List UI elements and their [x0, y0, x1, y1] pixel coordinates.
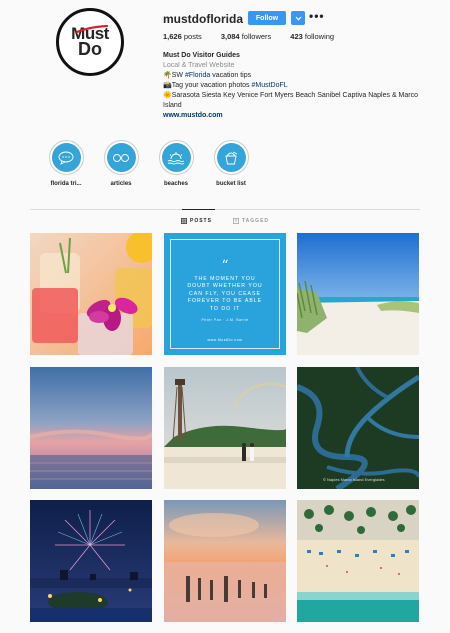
suggested-accounts-button[interactable]	[291, 11, 305, 25]
hashtag-mustdofl[interactable]: #MustDoFL	[252, 82, 288, 89]
profile-bio: Must Do Visitor Guides Local & Travel We…	[163, 51, 423, 121]
beach-dunes-photo	[297, 233, 419, 355]
profile-stats: 1,626 posts 3,084 followers 423 followin…	[163, 32, 334, 41]
sunset-sea-photo	[30, 367, 152, 489]
posts-stat: 1,626 posts	[163, 32, 202, 41]
bio-website-link[interactable]: www.mustdo.com	[163, 111, 423, 121]
bucket-icon	[225, 151, 238, 164]
tabs-divider	[30, 209, 420, 210]
highlight-articles[interactable]: articles	[91, 140, 151, 187]
profile-username: mustdoflorida	[163, 12, 243, 26]
more-options-icon[interactable]: •••	[309, 9, 325, 23]
grid-icon	[181, 218, 187, 224]
post-tile-beach-aerial[interactable]	[297, 500, 419, 622]
pier-pilings-sunset-photo	[164, 500, 286, 622]
bio-line-2: 📸Tag your vacation photos #MustDoFL	[163, 82, 288, 89]
quote-attribution: Peter Pan · J.M. Barrie	[201, 318, 249, 323]
hashtag-florida[interactable]: #Florida	[185, 72, 210, 79]
post-tile-fireworks[interactable]	[30, 500, 152, 622]
tag-person-icon	[233, 218, 239, 224]
bio-name: Must Do Visitor Guides	[163, 52, 240, 59]
post-tile-mangrove-aerial[interactable]: © Naples Marco Island Everglades	[297, 367, 419, 489]
highlight-label: beaches	[163, 181, 188, 187]
follow-button[interactable]: Follow	[248, 11, 286, 25]
glasses-icon	[113, 153, 129, 162]
highlight-beaches[interactable]: beaches	[146, 140, 206, 187]
active-tab-indicator	[182, 209, 215, 210]
profile-avatar[interactable]: Must Do	[56, 8, 124, 76]
chevron-down-icon	[295, 16, 301, 21]
lighthouse-beach-photo	[164, 367, 286, 489]
post-tile-quote[interactable]: “ THE MOMENT YOU DOUBT WHETHER YOU CAN F…	[164, 233, 286, 355]
beach-aerial-photo	[297, 500, 419, 622]
highlight-label: bucket list	[216, 181, 246, 187]
cocktails-photo	[30, 233, 152, 355]
highlight-bucket-list[interactable]: bucket list	[201, 140, 261, 187]
photo-credit: © Naples Marco Island Everglades	[323, 477, 385, 482]
highlight-label: articles	[110, 181, 132, 187]
post-tile-lighthouse[interactable]	[164, 367, 286, 489]
quote-site: www.MustDo.com	[207, 338, 243, 342]
tab-posts[interactable]: POSTS	[181, 218, 212, 224]
post-tile-beach-dunes[interactable]	[297, 233, 419, 355]
logo-swoosh-icon	[75, 25, 109, 34]
mangrove-aerial-photo	[297, 367, 419, 489]
bio-category: Local & Travel Website	[163, 62, 235, 69]
following-stat[interactable]: 423 following	[290, 32, 334, 41]
post-tile-cocktails[interactable]	[30, 233, 152, 355]
sunset-icon	[167, 151, 185, 164]
highlight-label: florida tri...	[50, 181, 82, 187]
highlight-florida-trips[interactable]: florida tri...	[36, 140, 96, 187]
chat-bubble-icon	[58, 151, 74, 165]
bio-line-3: 🌞Sarasota Siesta Key Venice Fort Myers B…	[163, 92, 419, 109]
bio-line-1: 🌴SW #Florida vacation tips	[163, 72, 252, 79]
logo-text-do: Do	[78, 39, 102, 59]
fireworks-city-photo	[30, 500, 152, 622]
tab-tagged[interactable]: TAGGED	[233, 218, 269, 224]
followers-stat[interactable]: 3,084 followers	[221, 32, 271, 41]
post-tile-pier-pilings[interactable]	[164, 500, 286, 622]
quote-frame	[170, 239, 280, 349]
post-tile-sunset-sea[interactable]	[30, 367, 152, 489]
